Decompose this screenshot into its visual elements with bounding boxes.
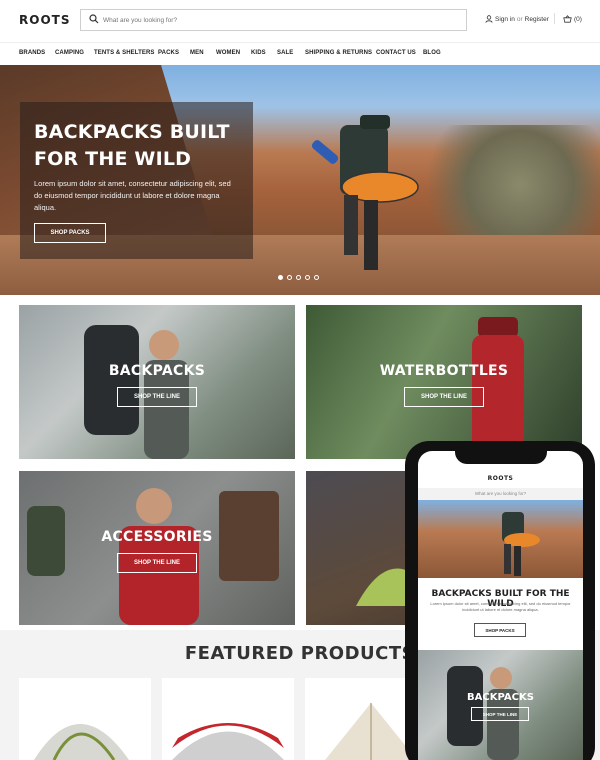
tent-product-image: [34, 724, 129, 760]
carousel-dot[interactable]: [278, 275, 283, 280]
category-tile-backpacks[interactable]: BACKPACKS SHOP THE LINE: [19, 305, 295, 459]
mobile-search-input[interactable]: What are you looking for?: [418, 488, 583, 500]
site-logo[interactable]: ROOTS: [19, 13, 70, 27]
nav-item-tents-shelters[interactable]: TENTS & SHELTERS: [94, 50, 155, 56]
nav-item-kids[interactable]: KIDS: [251, 50, 266, 56]
mobile-hiker-image: [502, 512, 540, 576]
mobile-category-tile-backpacks[interactable]: [418, 650, 583, 760]
accessories-photo: [27, 488, 279, 625]
main-nav: BRANDS CAMPING TENTS & SHELTERS PACKS ME…: [0, 42, 600, 64]
user-icon: [485, 15, 493, 23]
carousel-dot[interactable]: [314, 275, 319, 280]
account-links: Sign in or Register: [485, 15, 549, 23]
mobile-logo[interactable]: ROOTS: [418, 475, 583, 482]
nav-item-women[interactable]: WOMEN: [216, 50, 240, 56]
shop-packs-button[interactable]: SHOP PACKS: [34, 223, 106, 243]
product-card[interactable]: [19, 678, 151, 760]
mobile-hero-image: [418, 500, 583, 578]
register-link[interactable]: Register: [525, 16, 549, 23]
shop-the-line-button[interactable]: SHOP THE LINE: [404, 387, 484, 407]
shop-the-line-button[interactable]: SHOP THE LINE: [117, 387, 197, 407]
search-bar[interactable]: [80, 9, 467, 31]
cart-count: (0): [574, 15, 582, 23]
cart-link[interactable]: (0): [563, 15, 582, 23]
nav-item-blog[interactable]: BLOG: [423, 50, 441, 56]
tile-label: WATERBOTTLES: [379, 363, 509, 379]
tile-label: ACCESSORIES: [101, 529, 213, 545]
mobile-shop-the-line-button[interactable]: SHOP THE LINE: [471, 707, 529, 721]
category-tile-accessories[interactable]: ACCESSORIES SHOP THE LINE: [19, 471, 295, 625]
sign-in-link[interactable]: Sign in: [495, 16, 515, 23]
carousel-dot[interactable]: [296, 275, 301, 280]
carousel-dot[interactable]: [287, 275, 292, 280]
hero-description: Lorem ipsum dolor sit amet, consectetur …: [34, 179, 231, 212]
nav-item-brands[interactable]: BRANDS: [19, 50, 45, 56]
nav-item-packs[interactable]: PACKS: [158, 50, 179, 56]
nav-item-sale[interactable]: SALE: [277, 50, 293, 56]
category-tile-waterbottles[interactable]: WATERBOTTLES SHOP THE LINE: [306, 305, 582, 459]
product-card[interactable]: [162, 678, 294, 760]
tile-label: BACKPACKS: [108, 363, 206, 379]
nav-item-camping[interactable]: CAMPING: [55, 50, 84, 56]
or-label: or: [516, 15, 523, 23]
mobile-tile-label: BACKPACKS: [467, 692, 534, 703]
hiker-image: [311, 115, 419, 270]
phone-notch: [455, 441, 547, 464]
mobile-hero-description: Lorem ipsum dolor sit amet, consectetur …: [430, 601, 571, 612]
basket-icon: [563, 15, 572, 23]
hero-banner: BACKPACKS BUILT FOR THE WILD Lorem ipsum…: [0, 65, 600, 295]
mobile-shop-packs-button[interactable]: SHOP PACKS: [474, 623, 526, 637]
nav-item-men[interactable]: MEN: [190, 50, 204, 56]
tent-product-image: [172, 723, 284, 760]
header-divider: [554, 13, 555, 24]
search-icon: [89, 14, 99, 24]
shop-the-line-button[interactable]: SHOP THE LINE: [117, 553, 197, 573]
hero-shrubs: [400, 125, 600, 245]
search-input[interactable]: [103, 13, 453, 27]
nav-item-shipping-returns[interactable]: SHIPPING & RETURNS: [305, 50, 372, 56]
hero-title: BACKPACKS BUILT FOR THE WILD: [34, 121, 230, 170]
nav-item-contact-us[interactable]: CONTACT US: [376, 50, 416, 56]
carousel-dots: [278, 275, 319, 280]
site-header: ROOTS Sign in or Register (0): [0, 0, 600, 42]
carousel-dot[interactable]: [305, 275, 310, 280]
